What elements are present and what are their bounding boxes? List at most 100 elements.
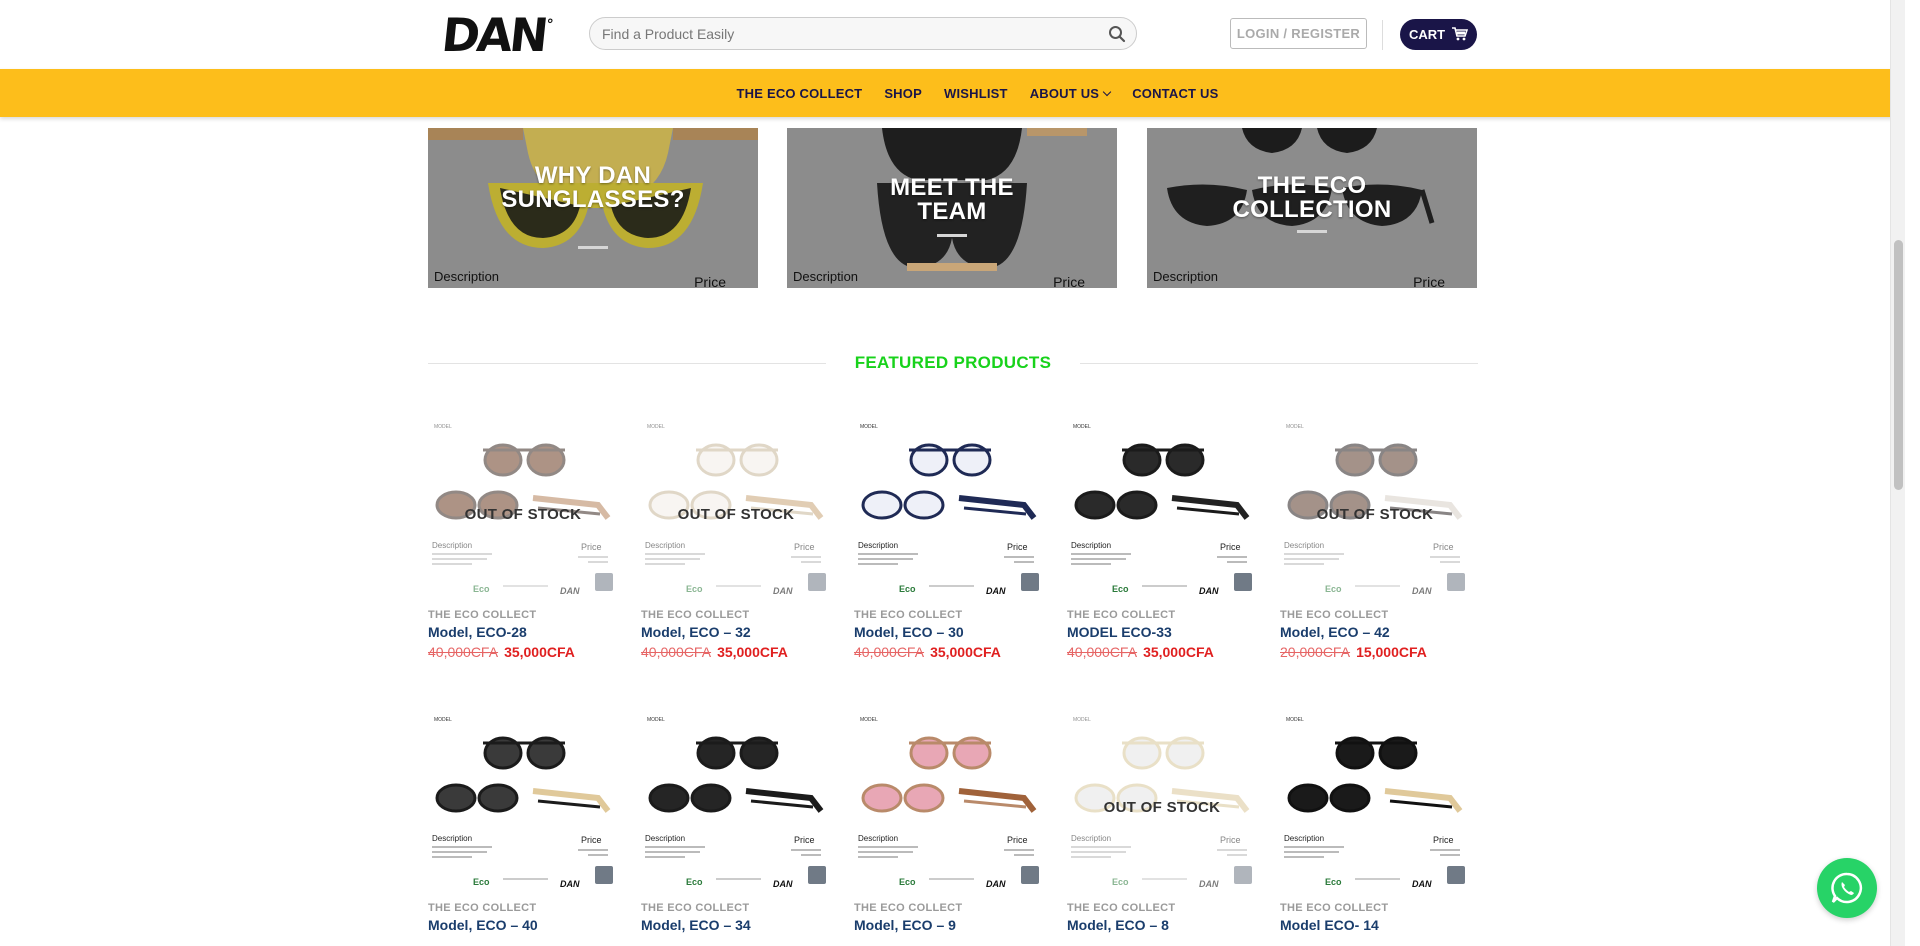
product-title[interactable]: Model, ECO – 9 xyxy=(854,917,1044,933)
cart-icon xyxy=(1452,27,1468,41)
product-photo: MODEL Description Price Eco DAN xyxy=(1280,703,1470,893)
svg-text:MODEL: MODEL xyxy=(647,717,665,723)
svg-text:DAN: DAN xyxy=(986,586,1006,596)
svg-text:DAN: DAN xyxy=(986,879,1006,889)
product-title[interactable]: Model, ECO – 40 xyxy=(428,917,618,933)
product-image[interactable]: MODEL Description Price Eco DAN xyxy=(428,703,618,893)
banner-description: Description xyxy=(793,269,859,284)
main-nav: THE ECO COLLECT SHOP WISHLIST ABOUT US C… xyxy=(0,69,1905,117)
product-title[interactable]: Model, ECO – 34 xyxy=(641,917,831,933)
svg-text:DAN: DAN xyxy=(1199,586,1219,596)
scrollbar-thumb[interactable] xyxy=(1894,240,1903,490)
svg-text:DAN: DAN xyxy=(773,879,793,889)
product-image[interactable]: MODEL Description Price Eco DAN xyxy=(1280,703,1470,893)
svg-text:Eco: Eco xyxy=(1325,877,1342,887)
product-photo: MODEL Description Price Eco DAN xyxy=(1280,410,1470,600)
svg-text:Price: Price xyxy=(1433,542,1454,552)
logo-mark: ° xyxy=(545,16,555,33)
product-prices xyxy=(641,937,831,946)
svg-text:Price: Price xyxy=(1007,542,1028,552)
search-icon[interactable] xyxy=(1108,25,1126,43)
product-photo: MODEL Description Price Eco DAN xyxy=(1067,410,1257,600)
site-logo[interactable]: DAN° xyxy=(439,8,555,62)
svg-text:MODEL: MODEL xyxy=(1286,424,1304,430)
cart-button[interactable]: CART xyxy=(1400,19,1477,50)
product-photo: MODEL Description Price Eco DAN xyxy=(1067,703,1257,893)
svg-text:Description: Description xyxy=(1284,834,1324,843)
featured-products-heading: FEATURED PRODUCTS xyxy=(428,350,1478,376)
product-sale-price: 15,000CFA xyxy=(1356,644,1427,660)
product-image[interactable]: MODEL Description Price Eco DAN OUT OF STOCK xyxy=(1280,410,1470,600)
product-photo: MODEL Description Price Eco DAN xyxy=(641,703,831,893)
product-category[interactable]: THE ECO COLLECT xyxy=(1280,609,1470,621)
product-card[interactable]: MODEL Description Price Eco DAN OUT OF STOCK T… xyxy=(1280,410,1470,660)
product-title[interactable]: MODEL ECO-33 xyxy=(1067,624,1257,640)
header-divider xyxy=(1382,20,1383,50)
product-photo: MODEL Description Price Eco DAN xyxy=(854,410,1044,600)
svg-text:Description: Description xyxy=(858,541,898,550)
banner-title-line2: TEAM xyxy=(917,198,987,225)
banner-title-line1: WHY DAN xyxy=(534,162,652,189)
nav-item-wishlist[interactable]: WISHLIST xyxy=(944,86,1008,101)
banner-meet-the-team[interactable]: MEET THE TEAM Description Price xyxy=(787,128,1117,288)
product-title[interactable]: Model, ECO – 30 xyxy=(854,624,1044,640)
product-card[interactable]: MODEL Description Price Eco DAN OUT OF STOCK T… xyxy=(428,410,618,660)
search-input[interactable] xyxy=(602,24,1082,44)
login-register-button[interactable]: LOGIN / REGISTER xyxy=(1230,18,1367,49)
nav-item-about-us[interactable]: ABOUT US xyxy=(1030,86,1112,101)
product-category[interactable]: THE ECO COLLECT xyxy=(641,609,831,621)
product-card[interactable]: MODEL Description Price Eco DAN THE ECO COLLE… xyxy=(641,703,831,946)
product-image[interactable]: MODEL Description Price Eco DAN OUT OF STOCK xyxy=(1067,703,1257,893)
product-card[interactable]: MODEL Description Price Eco DAN THE ECO COLLE… xyxy=(854,703,1044,946)
svg-text:Eco: Eco xyxy=(1112,877,1129,887)
product-category[interactable]: THE ECO COLLECT xyxy=(854,902,1044,914)
product-image[interactable]: MODEL Description Price Eco DAN xyxy=(854,410,1044,600)
product-card[interactable]: MODEL Description Price Eco DAN OUT OF STOCK T… xyxy=(641,410,831,660)
search-bar xyxy=(589,17,1137,50)
svg-text:Description: Description xyxy=(645,541,685,550)
product-card[interactable]: MODEL Description Price Eco DAN THE ECO COLLE… xyxy=(1280,703,1470,946)
product-category[interactable]: THE ECO COLLECT xyxy=(1067,902,1257,914)
product-image[interactable]: MODEL Description Price Eco DAN OUT OF STOCK xyxy=(641,410,831,600)
product-category[interactable]: THE ECO COLLECT xyxy=(854,609,1044,621)
product-card[interactable]: MODEL Description Price Eco DAN THE ECO COLLE… xyxy=(1067,410,1257,660)
product-title[interactable]: Model, ECO-28 xyxy=(428,624,618,640)
svg-text:Description: Description xyxy=(432,834,472,843)
product-title[interactable]: Model ECO- 14 xyxy=(1280,917,1470,933)
banner-why-dan[interactable]: WHY DAN SUNGLASSES? Description Price xyxy=(428,128,758,288)
svg-text:Price: Price xyxy=(1433,835,1454,845)
whatsapp-chat-button[interactable] xyxy=(1817,858,1877,918)
svg-text:DAN: DAN xyxy=(560,586,580,596)
banner-title-line1: THE ECO xyxy=(1257,172,1367,199)
product-image[interactable]: MODEL Description Price Eco DAN xyxy=(854,703,1044,893)
product-category[interactable]: THE ECO COLLECT xyxy=(428,902,618,914)
product-card[interactable]: MODEL Description Price Eco DAN THE ECO COLLE… xyxy=(428,703,618,946)
product-card[interactable]: MODEL Description Price Eco DAN OUT OF STOCK T… xyxy=(1067,703,1257,946)
svg-text:Eco: Eco xyxy=(473,584,490,594)
product-title[interactable]: Model, ECO – 42 xyxy=(1280,624,1470,640)
product-category[interactable]: THE ECO COLLECT xyxy=(428,609,618,621)
nav-item-shop[interactable]: SHOP xyxy=(884,86,922,101)
product-image[interactable]: MODEL Description Price Eco DAN OUT OF STOCK xyxy=(428,410,618,600)
product-card[interactable]: MODEL Description Price Eco DAN THE ECO COLLE… xyxy=(854,410,1044,660)
out-of-stock-badge: OUT OF STOCK xyxy=(1316,506,1434,523)
banner-title-line2: SUNGLASSES? xyxy=(501,186,685,213)
site-header: DAN° LOGIN / REGISTER CART xyxy=(0,0,1905,69)
product-category[interactable]: THE ECO COLLECT xyxy=(1280,902,1470,914)
product-image[interactable]: MODEL Description Price Eco DAN xyxy=(1067,410,1257,600)
svg-text:Description: Description xyxy=(645,834,685,843)
banner-description: Description xyxy=(1153,269,1219,284)
product-title[interactable]: Model, ECO – 32 xyxy=(641,624,831,640)
page: DAN° LOGIN / REGISTER CART THE ECO COLLE… xyxy=(0,0,1905,946)
product-image[interactable]: MODEL Description Price Eco DAN xyxy=(641,703,831,893)
banner-eco-collection[interactable]: THE ECO COLLECTION Description Price xyxy=(1147,128,1477,288)
nav-item-contact-us[interactable]: CONTACT US xyxy=(1132,86,1218,101)
logo-text: DAN xyxy=(439,8,549,62)
out-of-stock-badge: OUT OF STOCK xyxy=(464,506,582,523)
product-category[interactable]: THE ECO COLLECT xyxy=(1067,609,1257,621)
svg-text:Eco: Eco xyxy=(1112,584,1129,594)
nav-item-eco-collect[interactable]: THE ECO COLLECT xyxy=(737,86,863,101)
product-title[interactable]: Model, ECO – 8 xyxy=(1067,917,1257,933)
product-category[interactable]: THE ECO COLLECT xyxy=(641,902,831,914)
scrollbar[interactable] xyxy=(1890,0,1905,946)
